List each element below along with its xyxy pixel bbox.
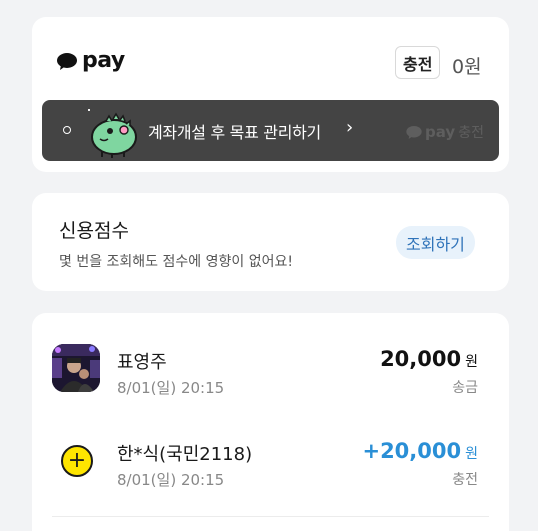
pagination-dot-icon [63, 126, 71, 134]
charge-button[interactable]: 충전 [395, 46, 441, 79]
transaction-date: 8/01(일) 20:15 [117, 379, 225, 397]
transaction-date: 8/01(일) 20:15 [117, 471, 225, 489]
avatar [52, 344, 100, 392]
amount-unit: 원 [465, 446, 478, 462]
dinosaur-character-icon [84, 105, 144, 161]
credit-score-card[interactable]: 신용점수 몇 번을 조회해도 점수에 영향이 없어요! 조회하기 [32, 193, 509, 291]
speech-bubble-icon [406, 125, 422, 139]
chevron-right-icon: › [346, 117, 354, 138]
transaction-row[interactable]: + 한*식(국민2118) 8/01(일) 20:15 +20,000 원 충전 [32, 434, 509, 494]
pay-charge-tag: pay 충전 [406, 122, 484, 142]
banner-text: 계좌개설 후 목표 관리하기 [148, 123, 321, 142]
transaction-name: 표영주 [117, 352, 167, 373]
amount-unit: 원 [465, 354, 478, 370]
credit-score-title: 신용점수 [59, 220, 129, 242]
lookup-button[interactable]: 조회하기 [396, 226, 475, 259]
amount-value: 20,000 [380, 347, 462, 371]
transaction-amount: +20,000 원 [362, 439, 478, 463]
plus-icon: + [61, 445, 93, 477]
amount-value: +20,000 [362, 439, 462, 463]
balance-amount[interactable]: 0원 [452, 52, 482, 79]
divider [52, 516, 489, 517]
transaction-row[interactable]: 표영주 8/01(일) 20:15 20,000 원 송금 [32, 342, 509, 402]
credit-score-subtitle: 몇 번을 조회해도 점수에 영향이 없어요! [59, 254, 293, 270]
transaction-name: 한*식(국민2118) [117, 444, 253, 465]
pay-logo-text: pay [82, 48, 125, 73]
tag-charge-text: 충전 [458, 125, 484, 141]
pay-card: pay 충전 0원 계좌개설 후 목표 관리하기 › pay 충전 [32, 17, 509, 172]
tag-pay-text: pay [425, 123, 456, 141]
transaction-type: 송금 [452, 380, 478, 396]
kakao-pay-logo[interactable]: pay [57, 48, 125, 73]
transaction-amount: 20,000 원 [380, 347, 478, 371]
account-open-banner[interactable]: 계좌개설 후 목표 관리하기 › pay 충전 [42, 100, 499, 161]
speech-bubble-icon [57, 52, 77, 70]
transaction-type: 충전 [452, 472, 478, 488]
transaction-list: 표영주 8/01(일) 20:15 20,000 원 송금 + 한*식(국민21… [32, 313, 509, 531]
